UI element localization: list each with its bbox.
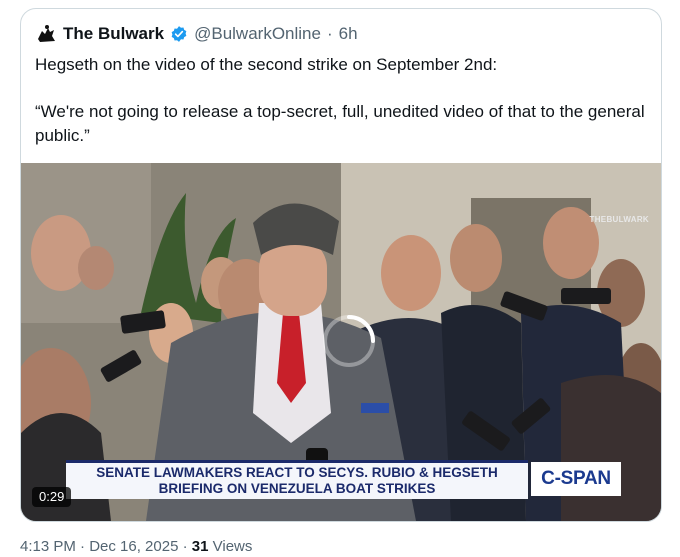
tweet-text-quote: “We're not going to release a top-secret… (35, 102, 645, 145)
news-chyron: SENATE LAWMAKERS REACT TO SECYS. RUBIO &… (66, 460, 528, 499)
views-label: Views (212, 538, 253, 555)
video-duration-badge: 0:29 (32, 487, 72, 507)
tweet-header: The Bulwark @BulwarkOnline · 6h (35, 23, 358, 45)
separator-dot: · (326, 24, 333, 43)
video-watermark: THEBULWARK (589, 215, 649, 224)
relative-time[interactable]: 6h (339, 24, 358, 44)
chyron-line-2: BRIEFING ON VENEZUELA BOAT STRIKES (158, 481, 436, 496)
views-count: 31 (191, 538, 209, 555)
video-player[interactable]: THEBULWARK SENATE LAWMAKERS REACT TO SEC… (21, 163, 661, 521)
bulwark-logo-icon[interactable] (35, 23, 57, 45)
tweet-text: Hegseth on the video of the second strik… (35, 53, 645, 148)
chyron-line-1: SENATE LAWMAKERS REACT TO SECYS. RUBIO &… (96, 465, 498, 480)
tweet-text-line1: Hegseth on the video of the second strik… (35, 55, 498, 74)
tweet-footer: 4:13 PM · Dec 16, 2025 · 31 Views (20, 538, 252, 555)
tweet-card[interactable]: The Bulwark @BulwarkOnline · 6h Hegseth … (20, 8, 662, 522)
cspan-logo: C-SPAN (531, 462, 621, 496)
account-name[interactable]: The Bulwark (63, 24, 164, 44)
tweet-timestamp[interactable]: 4:13 PM · Dec 16, 2025 · (20, 538, 188, 555)
loading-spinner-icon (323, 315, 375, 367)
account-handle[interactable]: @BulwarkOnline (194, 24, 321, 44)
verified-badge-icon (171, 26, 187, 42)
